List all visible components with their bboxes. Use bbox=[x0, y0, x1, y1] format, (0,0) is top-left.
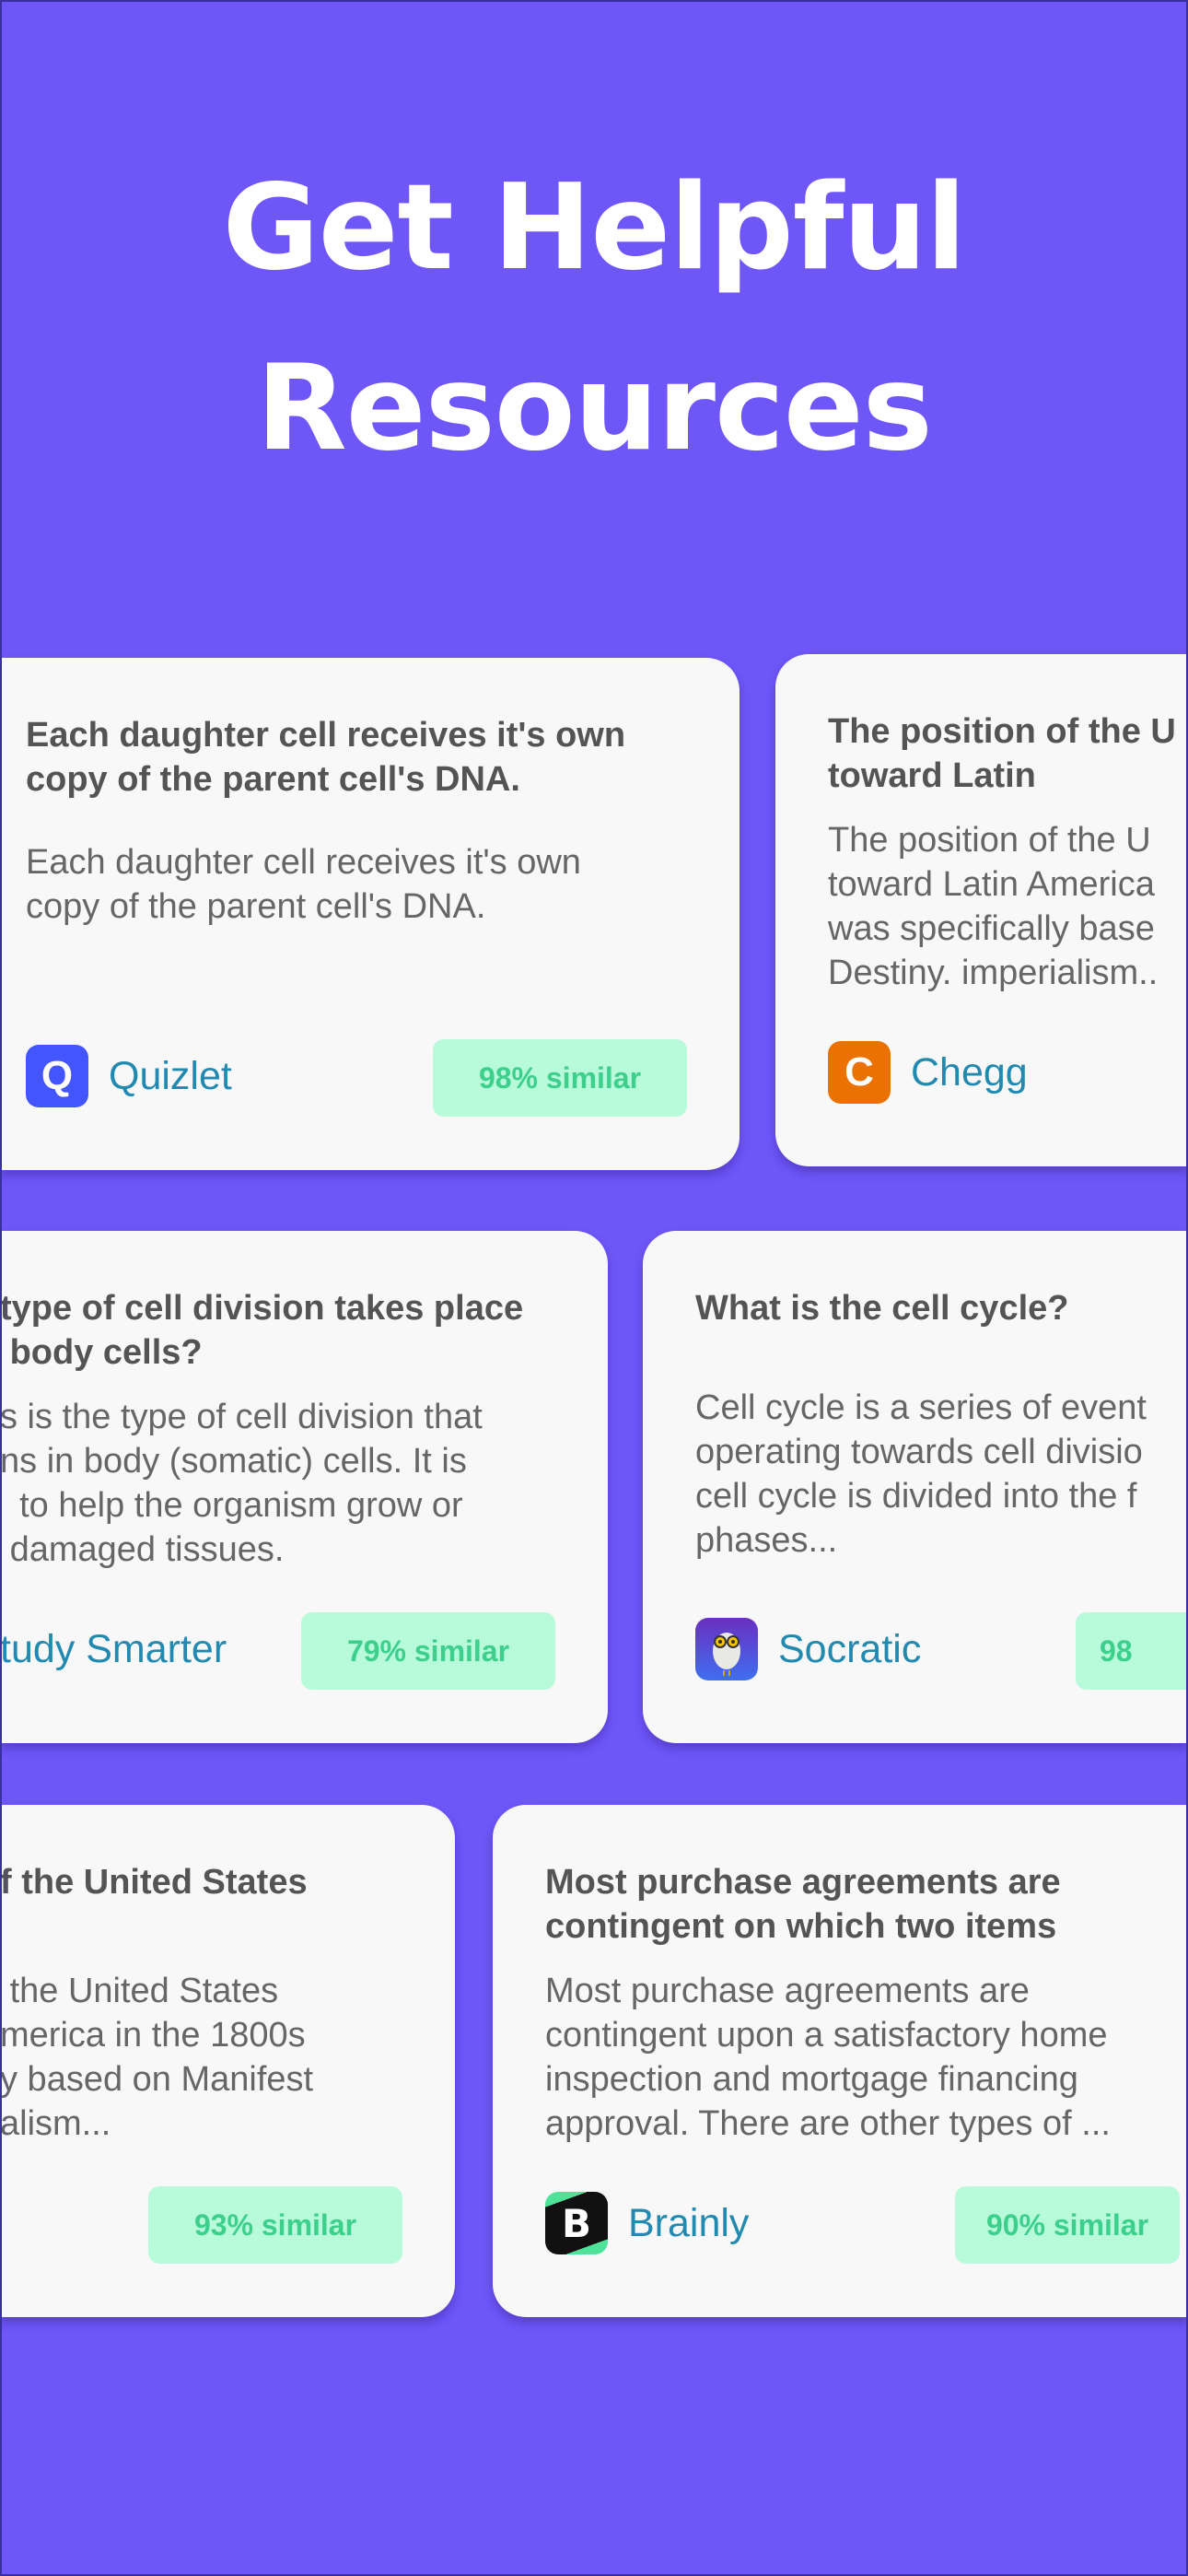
card-body: Cell cycle is a series of event operating… bbox=[695, 1388, 1147, 1560]
page-title: Get Helpful Resources bbox=[0, 138, 1188, 499]
card-title: Each daughter cell receives it's own copy… bbox=[26, 716, 626, 799]
similarity-badge: 98% similar bbox=[433, 1039, 687, 1117]
source-name: Brainly bbox=[628, 2200, 750, 2245]
source: tudy Smarter bbox=[0, 1618, 227, 1680]
resource-card-chegg[interactable]: The position of the Utoward Latin The po… bbox=[775, 654, 1188, 1166]
resource-card-brainly[interactable]: Most purchase agreements are contingent o… bbox=[493, 1805, 1188, 2317]
similarity-badge: 90% similar bbox=[955, 2186, 1180, 2264]
socratic-owl-icon bbox=[695, 1618, 758, 1680]
similarity-badge: 98 bbox=[1076, 1612, 1188, 1690]
source-name: Quizlet bbox=[109, 1053, 232, 1098]
card-title: What is the cell cycle? bbox=[695, 1289, 1069, 1328]
source-name: tudy Smarter bbox=[0, 1626, 227, 1671]
source: Socratic bbox=[695, 1618, 921, 1680]
card-body: The position of the Utoward Latin Americ… bbox=[828, 821, 1159, 992]
card-title: type of cell division takes place body c… bbox=[0, 1289, 524, 1372]
source-name: Socratic bbox=[778, 1626, 922, 1671]
card-body: the United States merica in the 1800s y ba… bbox=[0, 1972, 314, 2143]
chegg-logo-icon: C bbox=[828, 1041, 891, 1104]
card-title: The position of the Utoward Latin bbox=[828, 712, 1176, 795]
source: B Brainly bbox=[545, 2192, 749, 2254]
source: Q Quizlet bbox=[26, 1045, 232, 1107]
card-title: Most purchase agreements are contingent o… bbox=[545, 1863, 1061, 1946]
resource-card-socratic[interactable]: What is the cell cycle? Cell cycle is a … bbox=[643, 1231, 1188, 1743]
source: C Chegg bbox=[828, 1041, 1028, 1104]
resource-card-study-smarter[interactable]: type of cell division takes place body c… bbox=[0, 1231, 608, 1743]
resource-card-manifest-destiny[interactable]: f the United States the United States mer… bbox=[0, 1805, 455, 2317]
card-body: Most purchase agreements are contingent u… bbox=[545, 1972, 1111, 2143]
similarity-badge: 79% similar bbox=[301, 1612, 555, 1690]
title-line-2: Resources bbox=[256, 340, 933, 477]
quizlet-logo-icon: Q bbox=[26, 1045, 88, 1107]
similarity-badge: 93% similar bbox=[148, 2186, 402, 2264]
card-body: Each daughter cell receives it's own copy… bbox=[26, 843, 581, 926]
source-name: Chegg bbox=[911, 1049, 1028, 1095]
resource-card-quizlet[interactable]: Each daughter cell receives it's own copy… bbox=[0, 658, 740, 1170]
title-line-1: Get Helpful bbox=[222, 159, 967, 297]
card-body: s is the type of cell division that ns in… bbox=[0, 1398, 483, 1569]
brainly-logo-icon: B bbox=[545, 2192, 608, 2254]
card-title: f the United States bbox=[0, 1863, 308, 1902]
